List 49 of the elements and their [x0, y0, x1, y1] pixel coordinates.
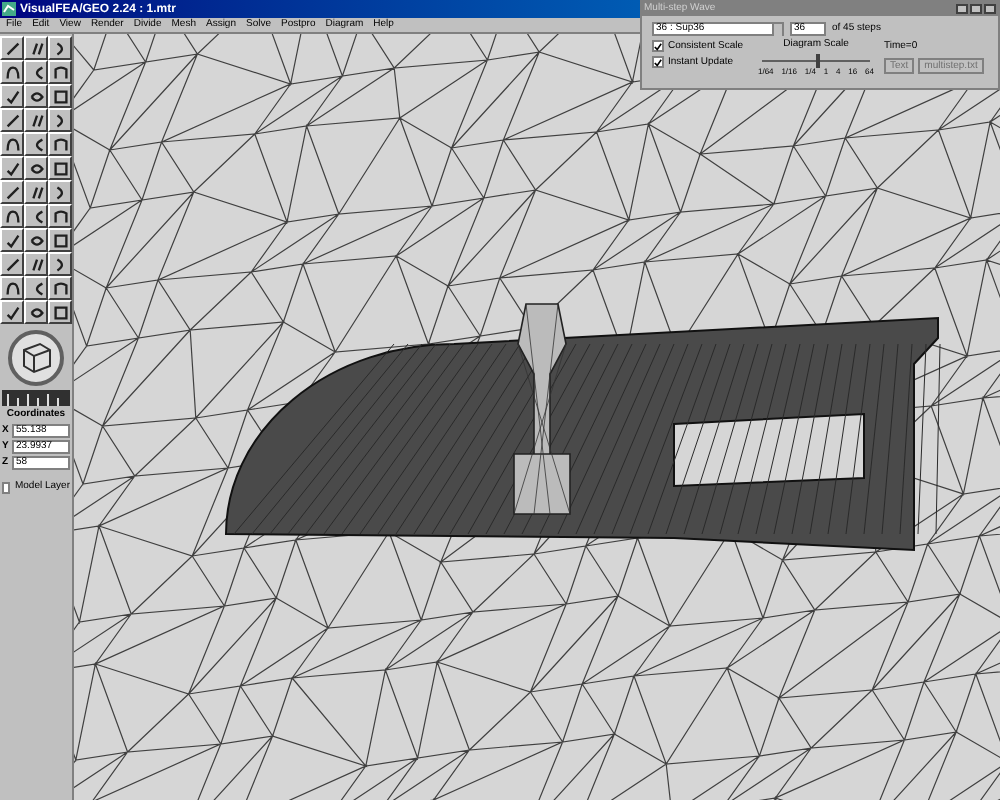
tool-button[interactable] [0, 60, 24, 84]
tool-button[interactable] [0, 300, 24, 324]
tool-button[interactable] [48, 204, 72, 228]
tool-button[interactable] [24, 156, 48, 180]
tool-button[interactable] [48, 132, 72, 156]
minimize-button[interactable] [956, 4, 968, 14]
tool-button[interactable] [0, 252, 24, 276]
tool-button[interactable] [0, 276, 24, 300]
tool-icon [27, 183, 45, 201]
tool-button[interactable] [24, 108, 48, 132]
tool-button[interactable] [48, 36, 72, 60]
tool-button[interactable] [0, 108, 24, 132]
tool-button[interactable] [48, 84, 72, 108]
tool-button[interactable] [48, 252, 72, 276]
tool-button[interactable] [24, 84, 48, 108]
tool-button[interactable] [48, 276, 72, 300]
option-checkbox[interactable] [652, 40, 664, 52]
tool-icon [27, 39, 45, 57]
tool-button[interactable] [48, 60, 72, 84]
tool-button[interactable] [24, 204, 48, 228]
tool-button[interactable] [48, 156, 72, 180]
tool-button[interactable] [0, 180, 24, 204]
tool-button[interactable] [24, 60, 48, 84]
tool-button[interactable] [24, 180, 48, 204]
maximize-button[interactable] [970, 4, 982, 14]
app-icon [2, 2, 16, 16]
view-cube-icon[interactable] [6, 328, 66, 388]
tool-button[interactable] [48, 180, 72, 204]
tool-button[interactable] [0, 156, 24, 180]
tool-button[interactable] [0, 84, 24, 108]
tool-button[interactable] [48, 108, 72, 132]
tool-button[interactable] [24, 300, 48, 324]
tool-button[interactable] [0, 36, 24, 60]
close-button[interactable] [984, 4, 996, 14]
tool-button[interactable] [24, 36, 48, 60]
tool-icon [27, 255, 45, 273]
tool-button[interactable] [48, 228, 72, 252]
tool-button[interactable] [24, 132, 48, 156]
tool-button[interactable] [0, 228, 24, 252]
model-layer-checkbox[interactable] [2, 481, 11, 493]
tool-button[interactable] [0, 204, 24, 228]
tool-button[interactable] [0, 132, 24, 156]
option-checkbox[interactable] [652, 56, 664, 68]
tool-button[interactable] [48, 300, 72, 324]
tool-button[interactable] [24, 276, 48, 300]
tool-button[interactable] [24, 252, 48, 276]
ruler-icon [2, 390, 70, 406]
tool-icon [27, 111, 45, 129]
tool-button[interactable] [24, 228, 48, 252]
